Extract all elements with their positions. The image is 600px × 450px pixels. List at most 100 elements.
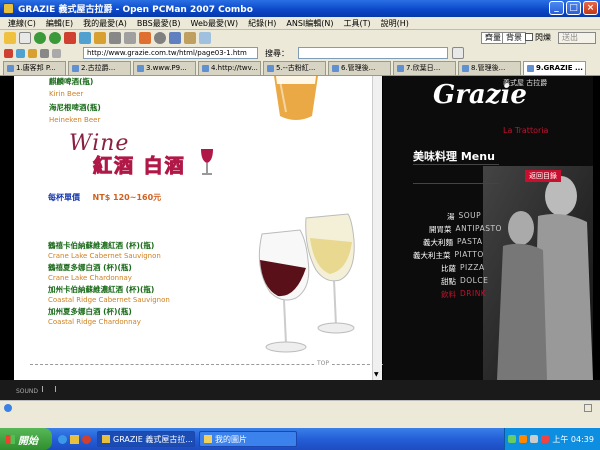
search-input[interactable]	[298, 47, 448, 59]
minimize-button[interactable]: _	[549, 1, 564, 15]
new-connection-icon[interactable]	[4, 32, 16, 44]
blink-checkbox[interactable]	[525, 33, 533, 41]
wine-name-en: Coastal Ridge Chardonnay	[48, 318, 141, 326]
globe-icon	[4, 404, 12, 412]
beer-list: 麒麟啤酒(瓶) Kirin Beer 海尼根啤酒(瓶) Heineken Bee…	[49, 76, 101, 124]
menu-item-bbs-favorites[interactable]: BBS最愛(B)	[132, 18, 186, 29]
menu-item-web-favorites[interactable]: Web最愛(W)	[186, 18, 244, 29]
favorites-icon[interactable]	[184, 32, 196, 44]
maximize-button[interactable]: □	[566, 1, 581, 15]
page-icon	[137, 65, 144, 72]
wine-name-zh: 加州夏多娜白酒 (杯)(瓶)	[48, 307, 132, 316]
send-dropdown[interactable]: 送出	[558, 32, 596, 44]
font-icon[interactable]	[139, 32, 151, 44]
stop-small-icon[interactable]	[4, 48, 13, 58]
menu-item-pizza[interactable]: 比薩 PIZZA	[441, 263, 485, 274]
wine-name-zh: 加州卡伯納蘇維濃紅酒 (杯)(瓶)	[48, 285, 155, 294]
beer-name-en: Kirin Beer	[49, 90, 84, 98]
toolbar-button-2[interactable]: 背景	[502, 32, 526, 44]
menu-item-edit[interactable]: 編輯(E)	[41, 18, 78, 29]
url-input[interactable]: http://www.grazie.com.tw/html/page03-1.h…	[83, 47, 258, 59]
scroll-down-icon[interactable]: ▼	[374, 371, 379, 378]
taskbar-item-pictures[interactable]: 我的圖片	[199, 431, 297, 447]
menu-item-favorites[interactable]: 我的最愛(A)	[78, 18, 132, 29]
menu-item-piatto[interactable]: 義大利主菜 PIATTO	[413, 250, 484, 261]
menu-item-soup[interactable]: 湯 SOUP	[447, 211, 481, 222]
menu-item-pasta[interactable]: 義大利麵 PASTA	[423, 237, 483, 248]
tab-7[interactable]: 7.欣葉日...	[393, 61, 456, 75]
tab-9[interactable]: 9.GRAZIE ...	[523, 61, 586, 75]
couple-photo	[483, 166, 593, 380]
lock-icon[interactable]	[52, 48, 61, 58]
search-go-icon[interactable]	[452, 47, 464, 59]
security-icon[interactable]	[519, 435, 528, 443]
screen-icon[interactable]	[199, 32, 211, 44]
wine-name-zh: 鶴禧卡伯納蘇維濃紅酒 (杯)(瓶)	[48, 241, 155, 250]
browser-icon	[102, 435, 110, 443]
menu-item-ansi-edit[interactable]: ANSI編輯(N)	[281, 18, 338, 29]
volume-icon[interactable]	[530, 435, 539, 443]
folder-icon	[204, 435, 212, 443]
bottom-strip: SOUND	[0, 380, 600, 400]
menu-item-dolce[interactable]: 甜點 DOLCE	[441, 276, 488, 287]
page-icon	[72, 65, 79, 72]
price-row: 每杯單價 NT$ 120~160元	[48, 192, 161, 203]
menu-item-help[interactable]: 說明(H)	[376, 18, 414, 29]
price-label: 每杯單價	[48, 193, 80, 202]
back-arrow-icon[interactable]	[34, 32, 46, 44]
grazie-logo-zh: 義式屋 古拉爵	[503, 79, 548, 87]
beer-name-zh: 麒麟啤酒(瓶)	[49, 77, 94, 86]
tab-1[interactable]: 1.唐客邦 P...	[3, 61, 66, 75]
menu-bar: 連線(C) 編輯(E) 我的最愛(A) BBS最愛(B) Web最愛(W) 紀錄…	[0, 17, 600, 30]
back-to-menu-button[interactable]: 返回目錄	[525, 170, 561, 182]
tab-4[interactable]: 4.http://twv...	[198, 61, 261, 75]
address-bar: http://www.grazie.com.tw/html/page03-1.h…	[0, 46, 600, 60]
tab-3[interactable]: 3.www.P9...	[133, 61, 196, 75]
page-icon	[462, 65, 469, 72]
wine-name-en: Coastal Ridge Cabernet Sauvignon	[48, 296, 170, 304]
web-content: 麒麟啤酒(瓶) Kirin Beer 海尼根啤酒(瓶) Heineken Bee…	[0, 76, 600, 400]
app-quicklaunch-icon[interactable]	[82, 434, 91, 444]
print-icon[interactable]	[40, 48, 49, 58]
menu-item-drink[interactable]: 飲料 DRINK	[441, 289, 486, 300]
page-icon	[267, 65, 274, 72]
start-button[interactable]: 開始	[0, 428, 52, 450]
forward-arrow-icon[interactable]	[49, 32, 61, 44]
home-icon[interactable]	[94, 32, 106, 44]
tab-2[interactable]: 2.古拉爵...	[68, 61, 131, 75]
beer-glass-image	[274, 76, 318, 120]
status-bar	[0, 400, 600, 428]
stop-icon[interactable]	[64, 32, 76, 44]
page-icon	[332, 65, 339, 72]
menu-item-tools[interactable]: 工具(T)	[338, 18, 375, 29]
menu-item-antipasto[interactable]: 開胃菜 ANTIPASTO	[429, 224, 502, 235]
paste-icon[interactable]	[124, 32, 136, 44]
window-icon[interactable]	[169, 32, 181, 44]
menu-item-history[interactable]: 紀錄(H)	[243, 18, 281, 29]
refresh-icon[interactable]	[79, 32, 91, 44]
folder-quicklaunch-icon[interactable]	[70, 434, 79, 444]
ie-quicklaunch-icon[interactable]	[58, 434, 67, 444]
antivirus-icon[interactable]	[541, 435, 550, 443]
sound-label: SOUND	[16, 388, 39, 395]
copy-icon[interactable]	[109, 32, 121, 44]
sound-bars-icon[interactable]	[42, 386, 56, 392]
window-titlebar: GRAZIE 義式屋古拉爵 - Open PCMan 2007 Combo _ …	[0, 0, 600, 17]
price-value: NT$ 120~160元	[92, 193, 162, 202]
top-link[interactable]: TOP	[314, 360, 333, 367]
menu-item-connect[interactable]: 連線(C)	[3, 18, 41, 29]
home-small-icon[interactable]	[28, 48, 37, 58]
scrollbar[interactable]: ▼	[372, 76, 382, 380]
network-icon[interactable]	[508, 435, 517, 443]
tab-6[interactable]: 6.管理後...	[328, 61, 391, 75]
tab-5[interactable]: 5.--古粉紅...	[263, 61, 326, 75]
page-icon	[397, 65, 404, 72]
tab-8[interactable]: 8.管理後...	[458, 61, 521, 75]
page-icon[interactable]	[19, 32, 31, 44]
taskbar-item-browser[interactable]: GRAZIE 義式屋古拉...	[97, 431, 195, 447]
resize-grip-icon[interactable]	[584, 404, 592, 412]
close-button[interactable]: ×	[583, 1, 598, 15]
refresh-small-icon[interactable]	[16, 48, 25, 58]
restaurant-sidebar: Grazie 義式屋 古拉爵 La Trattoria 美味料理 Menu 返回…	[383, 76, 593, 380]
settings-gear-icon[interactable]	[154, 32, 166, 44]
